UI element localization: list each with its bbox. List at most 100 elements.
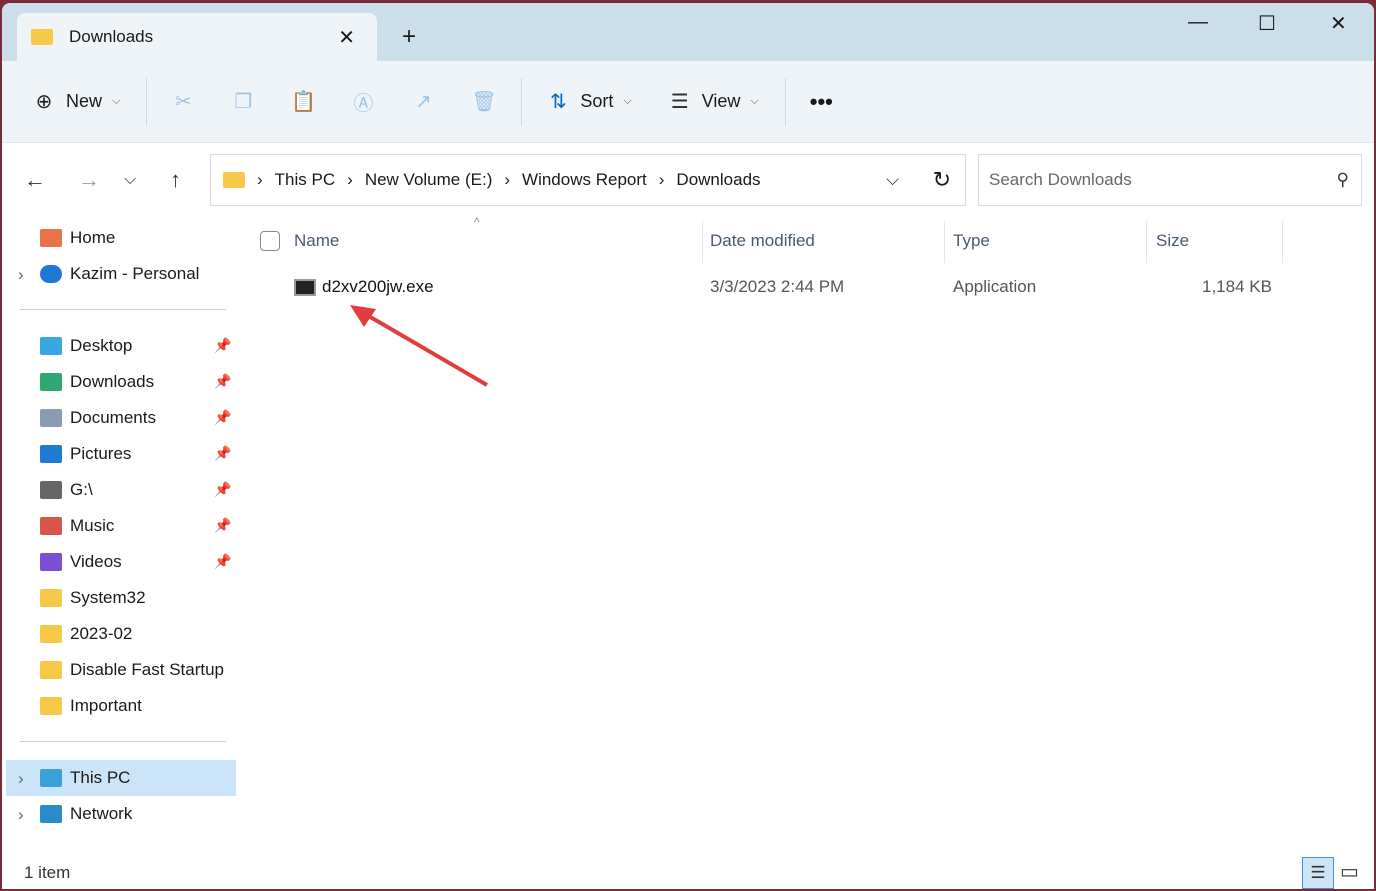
sidebar-item-quick-access[interactable]: Disable Fast Startup — [40, 655, 224, 685]
command-bar: ⊕ New ⌵ ✂ ❐ 📋 Ⓐ ↗ 🗑 ⇅ Sort ⌵ ☰ View ⌵ ••• — [2, 61, 1374, 143]
file-explorer-window: Downloads ✕ + — ☐ ✕ ⊕ New ⌵ ✂ ❐ 📋 Ⓐ ↗ 🗑 ⇅ S… — [2, 3, 1374, 889]
expand-chevron-icon[interactable]: › — [18, 265, 24, 285]
label: Documents — [70, 408, 156, 427]
tab-downloads[interactable]: Downloads ✕ — [17, 13, 377, 61]
file-date: 3/3/2023 2:44 PM — [710, 277, 845, 296]
breadcrumb-item[interactable]: This PC — [275, 170, 335, 190]
copy-button[interactable]: ❐ — [231, 89, 255, 114]
view-button[interactable]: ☰ View ⌵ — [668, 89, 759, 114]
details-view-button[interactable]: ☰ — [1302, 857, 1334, 889]
breadcrumb-item[interactable]: Windows Report — [522, 170, 647, 190]
pin-icon[interactable]: 📌 — [214, 553, 231, 570]
sort-button[interactable]: ⇅ Sort ⌵ — [546, 89, 632, 114]
cloud-icon — [40, 265, 62, 283]
label: Network — [70, 804, 133, 823]
rename-icon: Ⓐ — [353, 93, 374, 115]
status-bar: 1 item ☰ ▭ — [2, 857, 1374, 889]
sidebar-item-quick-access[interactable]: Pictures — [40, 439, 131, 469]
minimize-button[interactable]: — — [1188, 11, 1208, 34]
new-label: New — [66, 91, 103, 111]
location-icon — [40, 409, 62, 427]
pin-icon[interactable]: 📌 — [214, 409, 231, 426]
item-count: 1 item — [24, 863, 71, 882]
new-button[interactable]: ⊕ New ⌵ — [32, 89, 121, 114]
refresh-icon[interactable]: ↻ — [933, 167, 951, 193]
breadcrumb-item[interactable]: Downloads — [676, 170, 760, 190]
label: Videos — [70, 552, 122, 571]
location-icon — [40, 445, 62, 463]
network-icon — [40, 805, 62, 823]
sidebar-item-quick-access[interactable]: G:\ — [40, 475, 93, 505]
forward-button[interactable]: → — [78, 167, 100, 193]
pin-icon[interactable]: 📌 — [214, 337, 231, 354]
tab-title: Downloads — [69, 27, 154, 46]
sidebar-item-quick-access[interactable]: Important — [40, 691, 142, 721]
home-icon — [40, 229, 62, 247]
plus-circle-icon: ⊕ — [35, 91, 53, 113]
label: Kazim - Personal — [70, 264, 200, 283]
expand-chevron-icon[interactable]: › — [18, 769, 24, 789]
pin-icon[interactable]: 📌 — [214, 517, 231, 534]
search-placeholder: Search Downloads — [989, 170, 1132, 189]
search-input[interactable]: Search Downloads ⚲ — [978, 154, 1362, 206]
close-tab-icon[interactable]: ✕ — [338, 25, 355, 50]
sidebar-item-quick-access[interactable]: Desktop — [40, 331, 132, 361]
address-dropdown-icon[interactable]: ⌵ — [886, 170, 899, 190]
label: 2023-02 — [70, 624, 133, 643]
select-all-checkbox[interactable] — [260, 231, 280, 251]
column-header-type[interactable]: Type — [953, 231, 990, 251]
column-header-size[interactable]: Size — [1156, 231, 1189, 251]
cut-button[interactable]: ✂ — [171, 89, 195, 114]
folder-icon — [40, 589, 62, 607]
location-icon — [40, 373, 62, 391]
back-button[interactable]: ← — [24, 167, 46, 193]
sidebar-item-quick-access[interactable]: 2023-02 — [40, 619, 132, 649]
folder-icon — [31, 29, 53, 45]
sidebar-item-quick-access[interactable]: Documents — [40, 403, 156, 433]
file-size: 1,184 KB — [1202, 277, 1272, 296]
sidebar-item-quick-access[interactable]: Videos — [40, 547, 122, 577]
address-bar[interactable]: › This PC › New Volume (E:) › Windows Repor… — [210, 154, 966, 206]
trash-icon: 🗑 — [471, 91, 497, 113]
recent-dropdown[interactable]: ⌵ — [124, 171, 136, 189]
up-button[interactable]: ↑ — [170, 167, 181, 193]
label: System32 — [70, 588, 146, 607]
maximize-button[interactable]: ☐ — [1258, 11, 1276, 36]
navigation-pane: Home › Kazim - Personal Desktop 📌 Download… — [2, 217, 240, 857]
label: Desktop — [70, 336, 133, 355]
new-tab-button[interactable]: + — [402, 23, 416, 51]
column-header-name[interactable]: Name — [294, 231, 339, 251]
application-icon — [294, 279, 316, 296]
pin-icon[interactable]: 📌 — [214, 445, 231, 462]
folder-icon — [223, 172, 245, 188]
share-button[interactable]: ↗ — [411, 89, 435, 114]
paste-button[interactable]: 📋 — [291, 89, 316, 114]
sidebar-item-home[interactable]: Home — [40, 223, 115, 253]
computer-icon — [40, 769, 62, 787]
sidebar-item-onedrive[interactable]: Kazim - Personal — [40, 259, 199, 289]
file-list: ^ Name Date modified Type Size d2xv200jw… — [242, 215, 1374, 857]
sidebar-item-quick-access[interactable]: System32 — [40, 583, 146, 613]
location-icon — [40, 553, 62, 571]
pin-icon[interactable]: 📌 — [214, 373, 231, 390]
folder-icon — [40, 697, 62, 715]
sidebar-item-quick-access[interactable]: Downloads — [40, 367, 154, 397]
sidebar-item-network[interactable]: Network — [40, 799, 132, 829]
expand-chevron-icon[interactable]: › — [18, 805, 24, 825]
breadcrumb-item[interactable]: New Volume (E:) — [365, 170, 493, 190]
column-header-date[interactable]: Date modified — [710, 231, 815, 251]
pin-icon[interactable]: 📌 — [214, 481, 231, 498]
title-bar: Downloads ✕ + — ☐ ✕ — [2, 3, 1374, 61]
tiles-view-button[interactable]: ▭ — [1340, 859, 1359, 884]
sidebar-item-quick-access[interactable]: Music — [40, 511, 114, 541]
close-window-button[interactable]: ✕ — [1330, 11, 1347, 36]
sidebar-item-this-pc[interactable]: This PC — [40, 763, 130, 793]
more-button[interactable]: ••• — [810, 89, 833, 115]
location-icon — [40, 481, 62, 499]
label: This PC — [70, 768, 131, 787]
file-name[interactable]: d2xv200jw.exe — [322, 277, 434, 297]
delete-button[interactable]: 🗑 — [471, 89, 497, 114]
scissors-icon: ✂ — [174, 91, 192, 113]
more-icon: ••• — [809, 88, 833, 114]
rename-button[interactable]: Ⓐ — [351, 87, 375, 116]
